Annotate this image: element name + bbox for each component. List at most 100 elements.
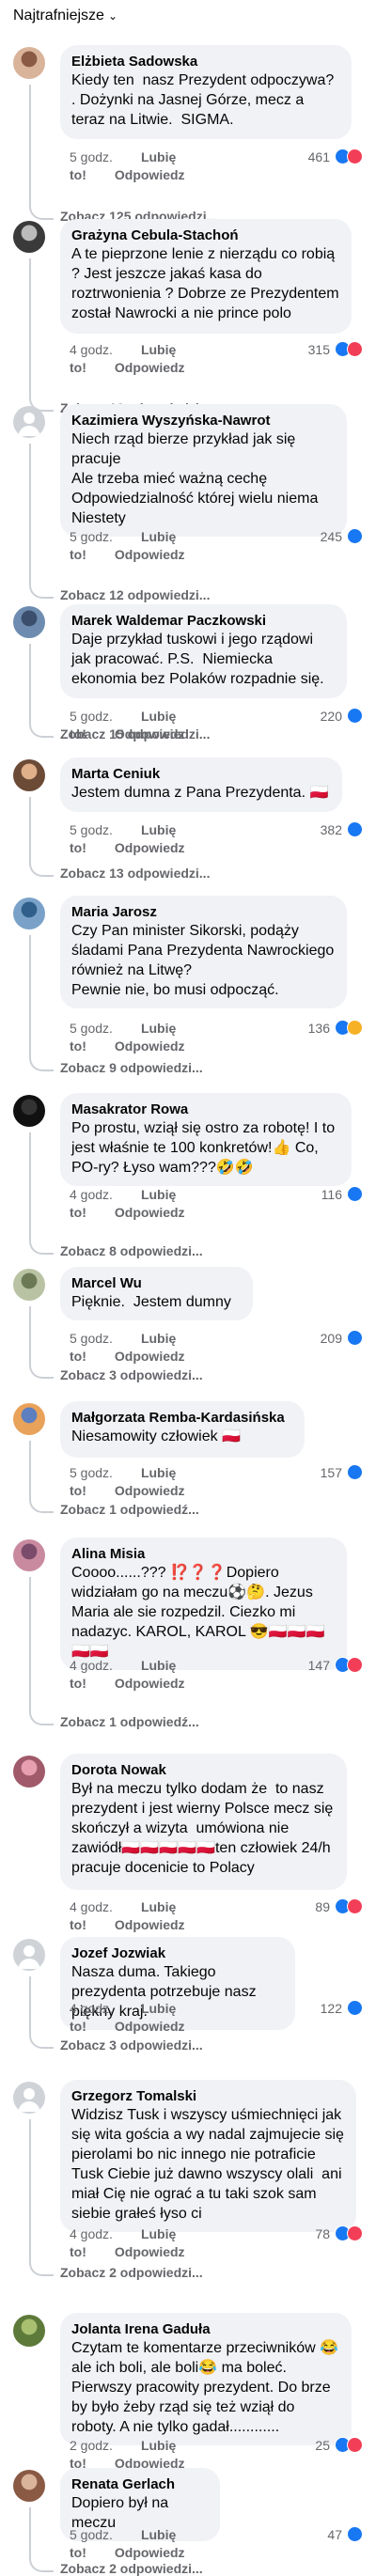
- comment-author[interactable]: Jolanta Irena Gaduła: [71, 2320, 340, 2338]
- avatar[interactable]: [13, 1403, 45, 1435]
- reply-button[interactable]: Odpowiedz: [115, 1676, 185, 1691]
- reaction-summary[interactable]: 116: [321, 1186, 363, 1202]
- thread-line: [29, 797, 31, 860]
- view-replies-link[interactable]: Zobacz 2 odpowiedzi...: [60, 2265, 203, 2280]
- reply-button[interactable]: Odpowiedz: [115, 1038, 185, 1054]
- comment-author[interactable]: Masakrator Rowa: [71, 1101, 340, 1118]
- sort-dropdown[interactable]: Najtrafniejsze ⌄: [13, 8, 118, 24]
- comment-text: A te pieprzone lenie z nierządu co robią…: [71, 246, 344, 321]
- view-replies-link[interactable]: Zobacz 3 odpowiedzi...: [60, 2037, 203, 2053]
- comment-timestamp[interactable]: 4 godz.: [70, 2226, 113, 2241]
- avatar[interactable]: [13, 1095, 45, 1127]
- view-replies-link[interactable]: Zobacz 13 odpowiedzi...: [60, 866, 210, 881]
- comment-author[interactable]: Kazimiera Wyszyńska-Nawrot: [71, 412, 336, 429]
- comment-author[interactable]: Małgorzata Remba-Kardasińska: [71, 1409, 293, 1427]
- thread-line: [29, 1132, 31, 1238]
- reaction-summary[interactable]: 136: [308, 1020, 363, 1036]
- reply-button[interactable]: Odpowiedz: [115, 1917, 185, 1932]
- view-replies-link[interactable]: Zobacz 12 odpowiedzi...: [60, 587, 210, 602]
- comment-bubble: Maria Jarosz Czy Pan minister Sikorski, p…: [60, 896, 347, 1008]
- view-replies-link[interactable]: Zobacz 9 odpowiedzi...: [60, 1060, 203, 1075]
- comment-timestamp[interactable]: 2 godz.: [70, 2438, 113, 2453]
- view-replies-link[interactable]: Zobacz 15 odpowiedzi...: [60, 726, 210, 742]
- comment-author[interactable]: Renata Gerlach: [71, 2475, 209, 2493]
- comment-timestamp[interactable]: 5 godz.: [70, 822, 113, 837]
- reaction-summary[interactable]: 157: [321, 1464, 363, 1480]
- comment-author[interactable]: Marek Waldemar Paczkowski: [71, 612, 336, 630]
- avatar[interactable]: [13, 759, 45, 791]
- thread-line: [29, 1306, 31, 1362]
- view-replies-link[interactable]: Zobacz 2 odpowiedzi...: [60, 2561, 203, 2576]
- reaction-summary[interactable]: 245: [321, 528, 363, 544]
- reaction-summary[interactable]: 25: [315, 2437, 363, 2453]
- comment-bubble: Masakrator Rowa Po prostu, wziął się ostr…: [60, 1093, 352, 1186]
- avatar[interactable]: [13, 2315, 45, 2347]
- comment-timestamp[interactable]: 5 godz.: [70, 1331, 113, 1346]
- reply-button[interactable]: Odpowiedz: [115, 167, 185, 182]
- thread-curve: [29, 2555, 54, 2572]
- view-replies-link[interactable]: Zobacz 1 odpowiedź...: [60, 1502, 199, 1517]
- comment-author[interactable]: Elżbieta Sadowska: [71, 53, 340, 70]
- comment-author[interactable]: Marta Ceniuk: [71, 765, 331, 783]
- comment-timestamp[interactable]: 5 godz.: [70, 1021, 113, 1036]
- reaction-count: 461: [307, 148, 330, 164]
- comment-timestamp[interactable]: 4 godz.: [70, 342, 113, 357]
- comment-timestamp[interactable]: 4 godz.: [70, 2001, 113, 2016]
- reply-button[interactable]: Odpowiedz: [115, 360, 185, 375]
- love-reaction-icon: [347, 1898, 363, 1914]
- reaction-summary[interactable]: 461: [308, 148, 363, 164]
- reply-button[interactable]: Odpowiedz: [115, 840, 185, 855]
- view-replies-link[interactable]: Zobacz 1 odpowiedź...: [60, 1714, 199, 1729]
- comment-author[interactable]: Jozef Jozwiak: [71, 1944, 284, 1962]
- thread-line: [29, 258, 31, 395]
- like-reaction-icon: [347, 2000, 363, 2016]
- reaction-summary[interactable]: 382: [321, 821, 363, 837]
- reaction-summary[interactable]: 89: [315, 1898, 363, 1914]
- comment-author[interactable]: Marcel Wu: [71, 1274, 242, 1292]
- avatar[interactable]: [13, 898, 45, 929]
- comment-author[interactable]: Alina Misia: [71, 1545, 336, 1563]
- comment-author[interactable]: Dorota Nowak: [71, 1761, 336, 1779]
- reaction-summary[interactable]: 78: [315, 2225, 363, 2241]
- reaction-summary[interactable]: 47: [327, 2526, 363, 2542]
- reply-button[interactable]: Odpowiedz: [115, 547, 185, 562]
- reply-button[interactable]: Odpowiedz: [115, 2019, 185, 2034]
- comment-author[interactable]: Grażyna Cebula-Stachoń: [71, 226, 340, 244]
- reaction-summary[interactable]: 209: [321, 1330, 363, 1346]
- avatar[interactable]: [13, 2470, 45, 2502]
- reply-button[interactable]: Odpowiedz: [115, 1483, 185, 1498]
- comment-author[interactable]: Grzegorz Tomalski: [71, 2087, 345, 2105]
- comment-timestamp[interactable]: 4 godz.: [70, 1187, 113, 1202]
- reply-button[interactable]: Odpowiedz: [115, 2545, 185, 2560]
- comment-text: Coooo......??? ⁉️❓❓Dopiero widziałam go …: [71, 1565, 325, 1660]
- avatar[interactable]: [13, 47, 45, 79]
- avatar[interactable]: [13, 2082, 45, 2114]
- comment-timestamp[interactable]: 4 godz.: [70, 1658, 113, 1673]
- reply-button[interactable]: Odpowiedz: [115, 1205, 185, 1220]
- avatar[interactable]: [13, 606, 45, 638]
- comment-timestamp[interactable]: 4 godz.: [70, 1899, 113, 1914]
- reaction-summary[interactable]: 315: [308, 341, 363, 357]
- avatar[interactable]: [13, 406, 45, 438]
- reaction-count: 220: [320, 708, 342, 724]
- comment-timestamp[interactable]: 5 godz.: [70, 2527, 113, 2542]
- comment-timestamp[interactable]: 5 godz.: [70, 709, 113, 724]
- reaction-summary[interactable]: 122: [321, 2000, 363, 2016]
- reply-button[interactable]: Odpowiedz: [115, 2244, 185, 2259]
- avatar[interactable]: [13, 221, 45, 253]
- avatar[interactable]: [13, 1939, 45, 1971]
- comment-timestamp[interactable]: 5 godz.: [70, 149, 113, 164]
- view-replies-link[interactable]: Zobacz 8 odpowiedzi...: [60, 1243, 203, 1258]
- reaction-summary[interactable]: 220: [321, 708, 363, 724]
- comment-timestamp[interactable]: 5 godz.: [70, 1465, 113, 1480]
- reply-button[interactable]: Odpowiedz: [115, 1349, 185, 1364]
- comment-timestamp[interactable]: 5 godz.: [70, 529, 113, 544]
- comments-section: Najtrafniejsze ⌄ Elżbieta Sadowska Kiedy …: [0, 0, 376, 2576]
- avatar[interactable]: [13, 1269, 45, 1301]
- reaction-summary[interactable]: 147: [308, 1657, 363, 1673]
- view-replies-link[interactable]: Zobacz 3 odpowiedzi...: [60, 1367, 203, 1382]
- avatar[interactable]: [13, 1756, 45, 1788]
- reaction-count: 89: [315, 1898, 330, 1914]
- comment-author[interactable]: Maria Jarosz: [71, 903, 336, 921]
- avatar[interactable]: [13, 1539, 45, 1571]
